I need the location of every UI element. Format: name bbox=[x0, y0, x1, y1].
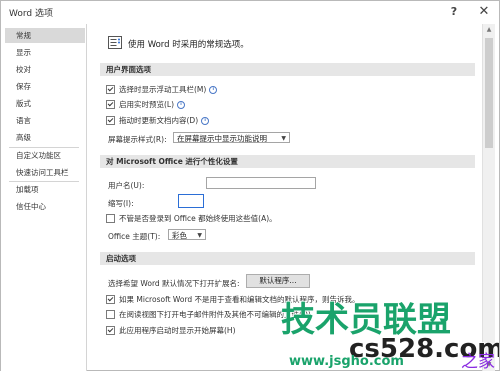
office-theme-select[interactable]: 彩色 ▼ bbox=[168, 229, 206, 240]
office-theme-value: 彩色 bbox=[172, 231, 187, 240]
section-header-personalize: 对 Microsoft Office 进行个性化设置 bbox=[100, 155, 475, 168]
info-icon: i bbox=[201, 116, 210, 125]
info-icon: i bbox=[209, 85, 218, 94]
window-title: Word 选项 bbox=[9, 9, 53, 19]
sidebar-item-layout[interactable]: 版式 bbox=[5, 96, 85, 111]
screentip-style-value: 在屏幕提示中显示功能说明 bbox=[177, 134, 267, 143]
always-use-checkbox[interactable] bbox=[106, 214, 115, 223]
scroll-up-icon[interactable]: ▲ bbox=[485, 26, 493, 34]
chevron-down-icon: ▼ bbox=[197, 232, 202, 239]
username-label: 用户名(U): bbox=[108, 181, 145, 190]
page-intro: 使用 Word 时采用的常规选项。 bbox=[128, 40, 249, 50]
sidebar-item-advanced[interactable]: 高级 bbox=[5, 130, 85, 145]
options-general-icon bbox=[108, 36, 122, 49]
default-programs-button[interactable]: 默认程序... bbox=[246, 274, 310, 288]
mini-toolbar-checkbox[interactable] bbox=[106, 85, 115, 94]
option-tell-default-program[interactable]: 如果 Microsoft Word 不是用于查看和编辑文档的默认程序，则告诉我。 bbox=[106, 294, 360, 305]
screentip-style-select[interactable]: 在屏幕提示中显示功能说明 ▼ bbox=[173, 132, 290, 143]
option-reading-view-attachments[interactable]: 在阅读视图下打开电子邮件附件及其他不可编辑的文件(O) bbox=[106, 309, 311, 320]
tell-default-checkbox[interactable] bbox=[106, 295, 115, 304]
section-header-ui-options: 用户界面选项 bbox=[100, 63, 475, 76]
options-panel: 使用 Word 时采用的常规选项。 用户界面选项 选择时显示浮动工具栏(M) i… bbox=[88, 24, 498, 371]
option-show-start-screen[interactable]: 此应用程序启动时显示开始屏幕(H) bbox=[106, 325, 236, 336]
sidebar-item-general[interactable]: 常规 bbox=[5, 28, 85, 43]
close-icon[interactable]: ✕ bbox=[474, 3, 494, 19]
sidebar-item-quick-access-toolbar[interactable]: 快速访问工具栏 bbox=[5, 165, 85, 180]
option-live-preview[interactable]: 启用实时预览(L) i bbox=[106, 99, 186, 110]
start-screen-checkbox[interactable] bbox=[106, 326, 115, 335]
chevron-down-icon: ▼ bbox=[281, 135, 286, 142]
option-mini-toolbar[interactable]: 选择时显示浮动工具栏(M) i bbox=[106, 84, 218, 95]
mini-toolbar-label: 选择时显示浮动工具栏(M) bbox=[119, 85, 207, 94]
username-input[interactable] bbox=[206, 177, 316, 189]
sidebar-item-display[interactable]: 显示 bbox=[5, 45, 85, 60]
update-dragging-checkbox[interactable] bbox=[106, 116, 115, 125]
word-options-dialog: Word 选项 ? ✕ 常规 显示 校对 保存 版式 语言 高级 自定义功能区 … bbox=[0, 0, 500, 371]
vertical-scrollbar[interactable]: ▲ ▼ bbox=[482, 24, 495, 371]
sidebar-item-trust-center[interactable]: 信任中心 bbox=[5, 199, 85, 214]
reading-view-checkbox[interactable] bbox=[106, 310, 115, 319]
live-preview-label: 启用实时预览(L) bbox=[119, 100, 175, 109]
scroll-down-icon[interactable]: ▼ bbox=[485, 361, 493, 369]
sidebar-item-customize-ribbon[interactable]: 自定义功能区 bbox=[5, 148, 85, 163]
option-update-while-dragging[interactable]: 拖动时更新文档内容(D) i bbox=[106, 115, 210, 126]
option-always-use-values[interactable]: 不管是否登录到 Office 都始终使用这些值(A)。 bbox=[106, 213, 277, 224]
sidebar: 常规 显示 校对 保存 版式 语言 高级 自定义功能区 快速访问工具栏 加载项 … bbox=[1, 24, 87, 371]
screentip-style-label: 屏幕提示样式(R): bbox=[108, 135, 167, 144]
section-header-startup: 启动选项 bbox=[100, 252, 475, 265]
live-preview-checkbox[interactable] bbox=[106, 100, 115, 109]
title-bar: Word 选项 ? ✕ bbox=[1, 1, 499, 23]
sidebar-item-addins[interactable]: 加载项 bbox=[5, 182, 85, 197]
info-icon: i bbox=[177, 100, 186, 109]
initials-input[interactable] bbox=[178, 194, 204, 208]
scrollbar-thumb[interactable] bbox=[485, 38, 493, 148]
always-use-label: 不管是否登录到 Office 都始终使用这些值(A)。 bbox=[119, 214, 277, 223]
help-icon[interactable]: ? bbox=[444, 3, 464, 19]
update-dragging-label: 拖动时更新文档内容(D) bbox=[119, 116, 199, 125]
reading-view-label: 在阅读视图下打开电子邮件附件及其他不可编辑的文件(O) bbox=[119, 310, 311, 319]
tell-default-label: 如果 Microsoft Word 不是用于查看和编辑文档的默认程序，则告诉我。 bbox=[119, 295, 360, 304]
sidebar-item-save[interactable]: 保存 bbox=[5, 79, 85, 94]
office-theme-label: Office 主题(T): bbox=[108, 232, 161, 241]
initials-label: 缩写(I): bbox=[108, 199, 134, 208]
sidebar-item-proofing[interactable]: 校对 bbox=[5, 62, 85, 77]
default-extensions-label: 选择希望 Word 默认情况下打开扩展名: bbox=[108, 279, 240, 288]
start-screen-label: 此应用程序启动时显示开始屏幕(H) bbox=[119, 326, 236, 335]
sidebar-item-language[interactable]: 语言 bbox=[5, 113, 85, 128]
